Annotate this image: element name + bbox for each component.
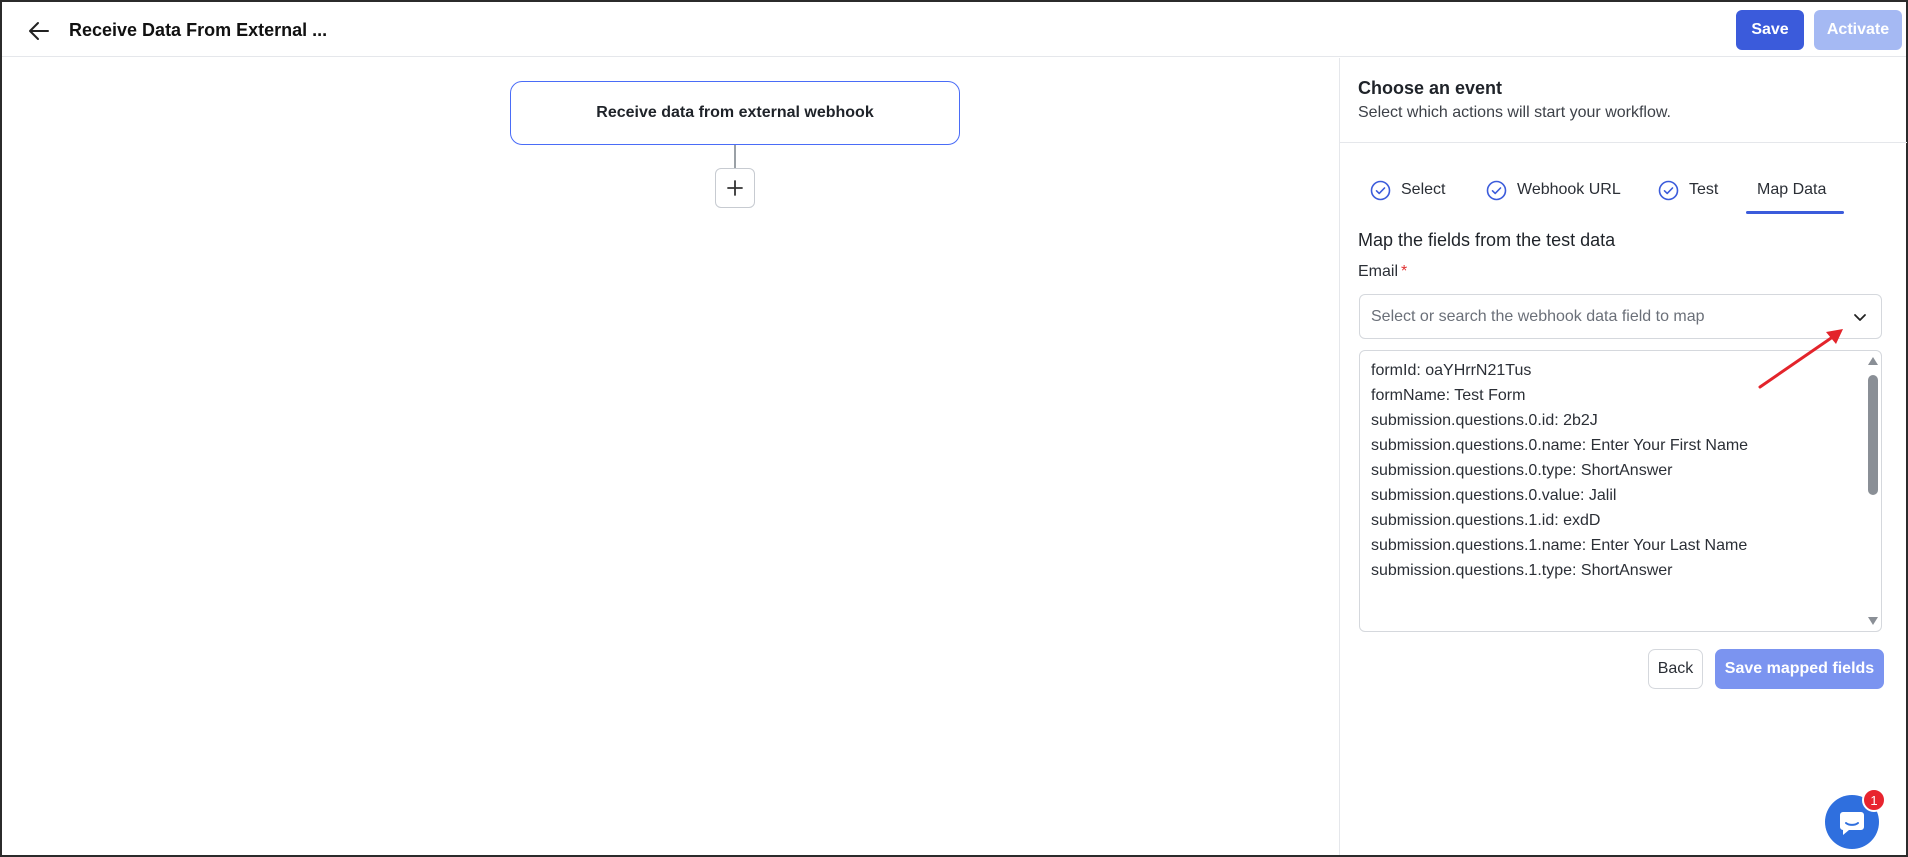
- workflow-canvas[interactable]: Receive data from external webhook: [2, 58, 1339, 855]
- page-title: Receive Data From External ...: [69, 20, 328, 40]
- list-item[interactable]: formName: Test Form: [1371, 387, 1525, 405]
- list-item[interactable]: formId: oaYHrrN21Tus: [1371, 362, 1531, 380]
- add-step-button[interactable]: [715, 168, 755, 208]
- chevron-down-icon[interactable]: [1851, 308, 1869, 326]
- annotation-arrow-icon: [1758, 329, 1843, 389]
- step-test[interactable]: Test: [1658, 170, 1746, 210]
- chat-icon: [1840, 812, 1864, 835]
- field-options-list[interactable]: formId: oaYHrrN21Tus formName: Test Form…: [1359, 350, 1882, 632]
- list-item[interactable]: submission.questions.0.type: ShortAnswer: [1371, 462, 1672, 480]
- field-label-text: Email: [1358, 263, 1399, 280]
- step-webhook-url[interactable]: Webhook URL: [1486, 170, 1658, 210]
- scroll-up-arrow-icon[interactable]: [1868, 357, 1878, 365]
- list-item[interactable]: submission.questions.1.type: ShortAnswer: [1371, 562, 1672, 580]
- check-circle-icon: [1370, 180, 1391, 200]
- trigger-node[interactable]: Receive data from external webhook: [510, 81, 960, 145]
- node-connector: [734, 145, 736, 169]
- scrollbar[interactable]: [1865, 351, 1881, 631]
- step-label: Select: [1401, 181, 1446, 198]
- step-label: Map Data: [1757, 181, 1827, 198]
- back-button[interactable]: Back: [1648, 649, 1703, 689]
- step-label: Webhook URL: [1517, 181, 1621, 198]
- scrollbar-thumb[interactable]: [1868, 375, 1878, 495]
- stepper: Select Webhook URL Test Map Data: [1370, 170, 1845, 214]
- scroll-down-arrow-icon[interactable]: [1868, 617, 1878, 625]
- step-select[interactable]: Select: [1370, 170, 1486, 210]
- list-item[interactable]: submission.questions.0.name: Enter Your …: [1371, 437, 1748, 455]
- list-item[interactable]: submission.questions.1.name: Enter Your …: [1371, 537, 1747, 555]
- save-mapped-fields-button[interactable]: Save mapped fields: [1715, 649, 1884, 689]
- list-item[interactable]: submission.questions.0.id: 2b2J: [1371, 412, 1598, 430]
- list-item[interactable]: submission.questions.1.id: exdD: [1371, 512, 1600, 530]
- step-map-data[interactable]: Map Data: [1746, 170, 1845, 214]
- active-step-indicator: [1746, 211, 1844, 214]
- plus-icon: [727, 180, 743, 196]
- select-placeholder: Select or search the webhook data field …: [1371, 308, 1705, 325]
- event-panel: Choose an event Select which actions wil…: [1339, 58, 1907, 855]
- email-field-label: Email *: [1358, 263, 1407, 281]
- activate-button[interactable]: Activate: [1814, 10, 1902, 50]
- required-marker: *: [1401, 263, 1408, 280]
- panel-subtitle: Select which actions will start your wor…: [1358, 104, 1671, 121]
- panel-title: Choose an event: [1358, 78, 1503, 98]
- check-circle-icon: [1658, 180, 1679, 200]
- save-button[interactable]: Save: [1736, 10, 1804, 50]
- step-label: Test: [1689, 181, 1719, 198]
- list-item[interactable]: submission.questions.0.value: Jalil: [1371, 487, 1616, 505]
- check-circle-icon: [1486, 180, 1507, 200]
- back-arrow-icon[interactable]: [24, 16, 54, 46]
- divider: [1340, 142, 1907, 143]
- section-title: Map the fields from the test data: [1358, 230, 1616, 250]
- top-bar: Receive Data From External ... Save Acti…: [2, 2, 1906, 57]
- notification-badge: 1: [1862, 788, 1886, 812]
